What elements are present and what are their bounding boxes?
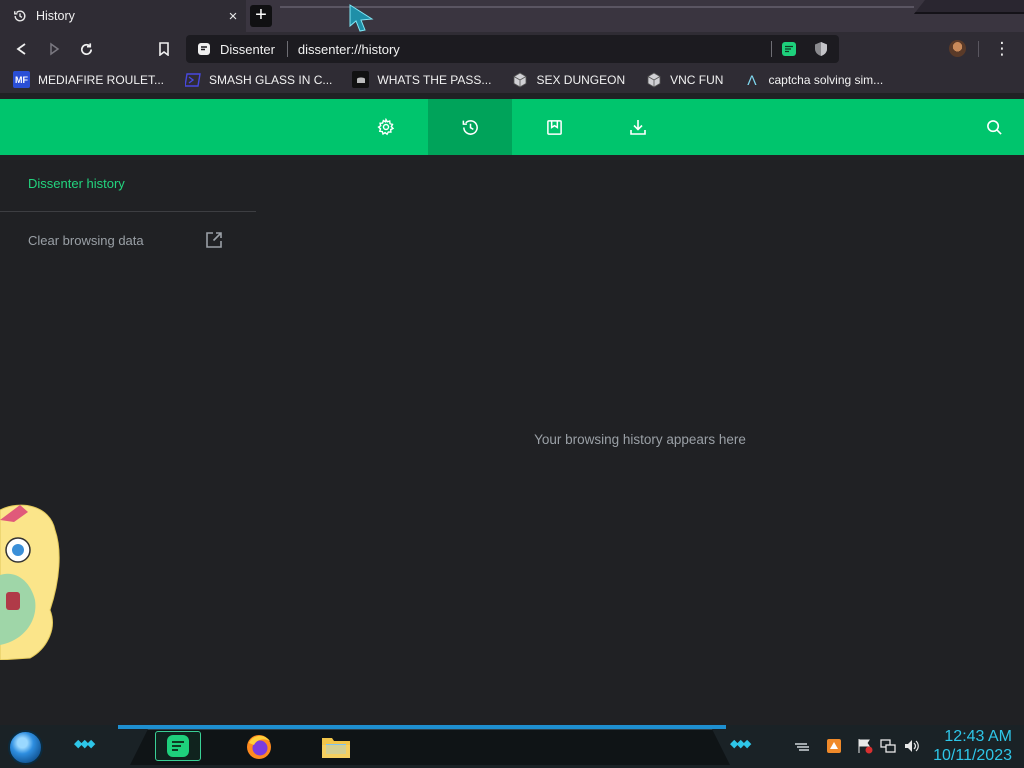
firefox-icon	[247, 735, 271, 759]
history-page-header	[0, 99, 1024, 155]
tab-title: History	[36, 9, 75, 23]
forward-icon	[50, 42, 60, 56]
back-icon	[16, 43, 26, 55]
dissenter-icon	[167, 735, 189, 757]
action-center-flag-icon[interactable]	[857, 738, 873, 754]
folder-icon	[322, 738, 350, 758]
bookmark-item[interactable]: MF MEDIAFIRE ROULET...	[13, 71, 164, 88]
profile-avatar[interactable]	[949, 40, 966, 57]
mouse-cursor-icon	[349, 4, 374, 32]
window-frame-decoration	[914, 0, 1024, 14]
clear-browsing-data-link[interactable]: Clear browsing data	[28, 233, 144, 248]
toolbar-divider	[978, 41, 979, 57]
history-icon	[462, 119, 478, 135]
system-clock[interactable]: 12:43 AM 10/11/2023	[933, 727, 1012, 765]
forward-button[interactable]	[43, 38, 65, 60]
bookmarks-bar: MF MEDIAFIRE ROULET... SMASH GLASS IN C.…	[0, 66, 1024, 93]
file-explorer-taskbar-button[interactable]	[313, 731, 359, 761]
empty-history-message: Your browsing history appears here	[534, 432, 746, 447]
dissenter-icon	[198, 43, 210, 55]
site-name: Dissenter	[220, 41, 275, 57]
tab-strip: History × +	[0, 0, 1024, 32]
bookmark-item[interactable]: Λ captcha solving sim...	[743, 71, 883, 88]
bookmark-label: captcha solving sim...	[768, 72, 884, 87]
dissenter-taskbar-button[interactable]	[155, 731, 201, 761]
sidebar-item-dissenter-history[interactable]: Dissenter history	[28, 176, 125, 191]
lambda-icon: Λ	[747, 71, 757, 88]
downloads-tab-button[interactable]	[596, 99, 680, 155]
address-bar[interactable]: Dissenter dissenter://history	[186, 35, 839, 63]
search-icon	[986, 119, 1002, 135]
bookmarks-tab-button[interactable]	[512, 99, 596, 155]
taskbar-frame	[130, 729, 730, 765]
omnibox-divider	[771, 41, 772, 57]
firefox-taskbar-button[interactable]	[236, 731, 282, 761]
clock-time: 12:43 AM	[944, 728, 1012, 745]
bookmark-label: VNC FUN	[670, 72, 724, 87]
powershell-icon	[184, 71, 201, 88]
bookmark-item[interactable]: SMASH GLASS IN C...	[184, 71, 332, 88]
sidebar-divider	[0, 211, 256, 212]
url-text[interactable]: dissenter://history	[298, 42, 771, 57]
taskbar-chevrons-right: ◆◆◆	[730, 738, 751, 750]
open-external-icon[interactable]	[205, 231, 223, 249]
cartoon-character-sticker	[0, 504, 60, 660]
bookmark-label: MEDIAFIRE ROULET...	[38, 72, 165, 87]
menu-icon[interactable]: ⋮	[992, 39, 1012, 59]
network-icon[interactable]	[880, 738, 896, 754]
bookmark-label: SEX DUNGEON	[536, 72, 626, 87]
cube-icon	[645, 71, 662, 88]
bookmark-item[interactable]: WHATS THE PASS...	[352, 71, 491, 88]
start-button[interactable]	[8, 730, 43, 765]
back-button[interactable]	[11, 38, 33, 60]
clock-date: 10/11/2023	[933, 747, 1012, 764]
bookmarks-icon	[546, 119, 562, 135]
bookmark-icon	[159, 42, 169, 56]
bookmark-item[interactable]: VNC FUN	[645, 71, 723, 88]
close-tab-icon[interactable]: ×	[220, 8, 246, 25]
downloads-icon	[630, 120, 646, 135]
history-tab-button[interactable]	[428, 99, 512, 155]
dark-site-icon	[352, 71, 370, 88]
reload-button[interactable]	[75, 38, 97, 60]
mediafire-icon: MF	[13, 71, 30, 88]
bookmark-label: WHATS THE PASS...	[377, 72, 492, 87]
cube-icon	[511, 71, 528, 88]
bookmark-label: SMASH GLASS IN C...	[209, 72, 333, 87]
dissenter-comment-icon[interactable]	[781, 41, 797, 57]
omnibox-divider	[286, 41, 288, 57]
taskbar-chevrons-left: ◆◆◆	[74, 738, 95, 750]
bookmark-page-button[interactable]	[153, 38, 175, 60]
app-tray-icon[interactable]	[826, 738, 842, 754]
history-icon	[14, 10, 26, 22]
volume-icon[interactable]	[904, 738, 920, 754]
tab-strip-decoration	[280, 6, 914, 8]
taskbar-glow	[118, 725, 726, 729]
shield-icon[interactable]	[813, 41, 829, 57]
taskbar: ◆◆◆ ◆◆◆ 12:43 AM 10/11/2023	[0, 725, 1024, 768]
show-hidden-icons-icon[interactable]	[794, 738, 810, 754]
settings-tab-button[interactable]	[344, 99, 428, 155]
search-button[interactable]	[964, 99, 1024, 155]
settings-icon	[377, 118, 395, 136]
reload-icon	[80, 42, 92, 55]
new-tab-button[interactable]: +	[250, 5, 272, 27]
bookmark-item[interactable]: SEX DUNGEON	[511, 71, 625, 88]
tab-history[interactable]: History ×	[0, 0, 246, 32]
browser-toolbar: Dissenter dissenter://history ⋮	[0, 32, 1024, 66]
